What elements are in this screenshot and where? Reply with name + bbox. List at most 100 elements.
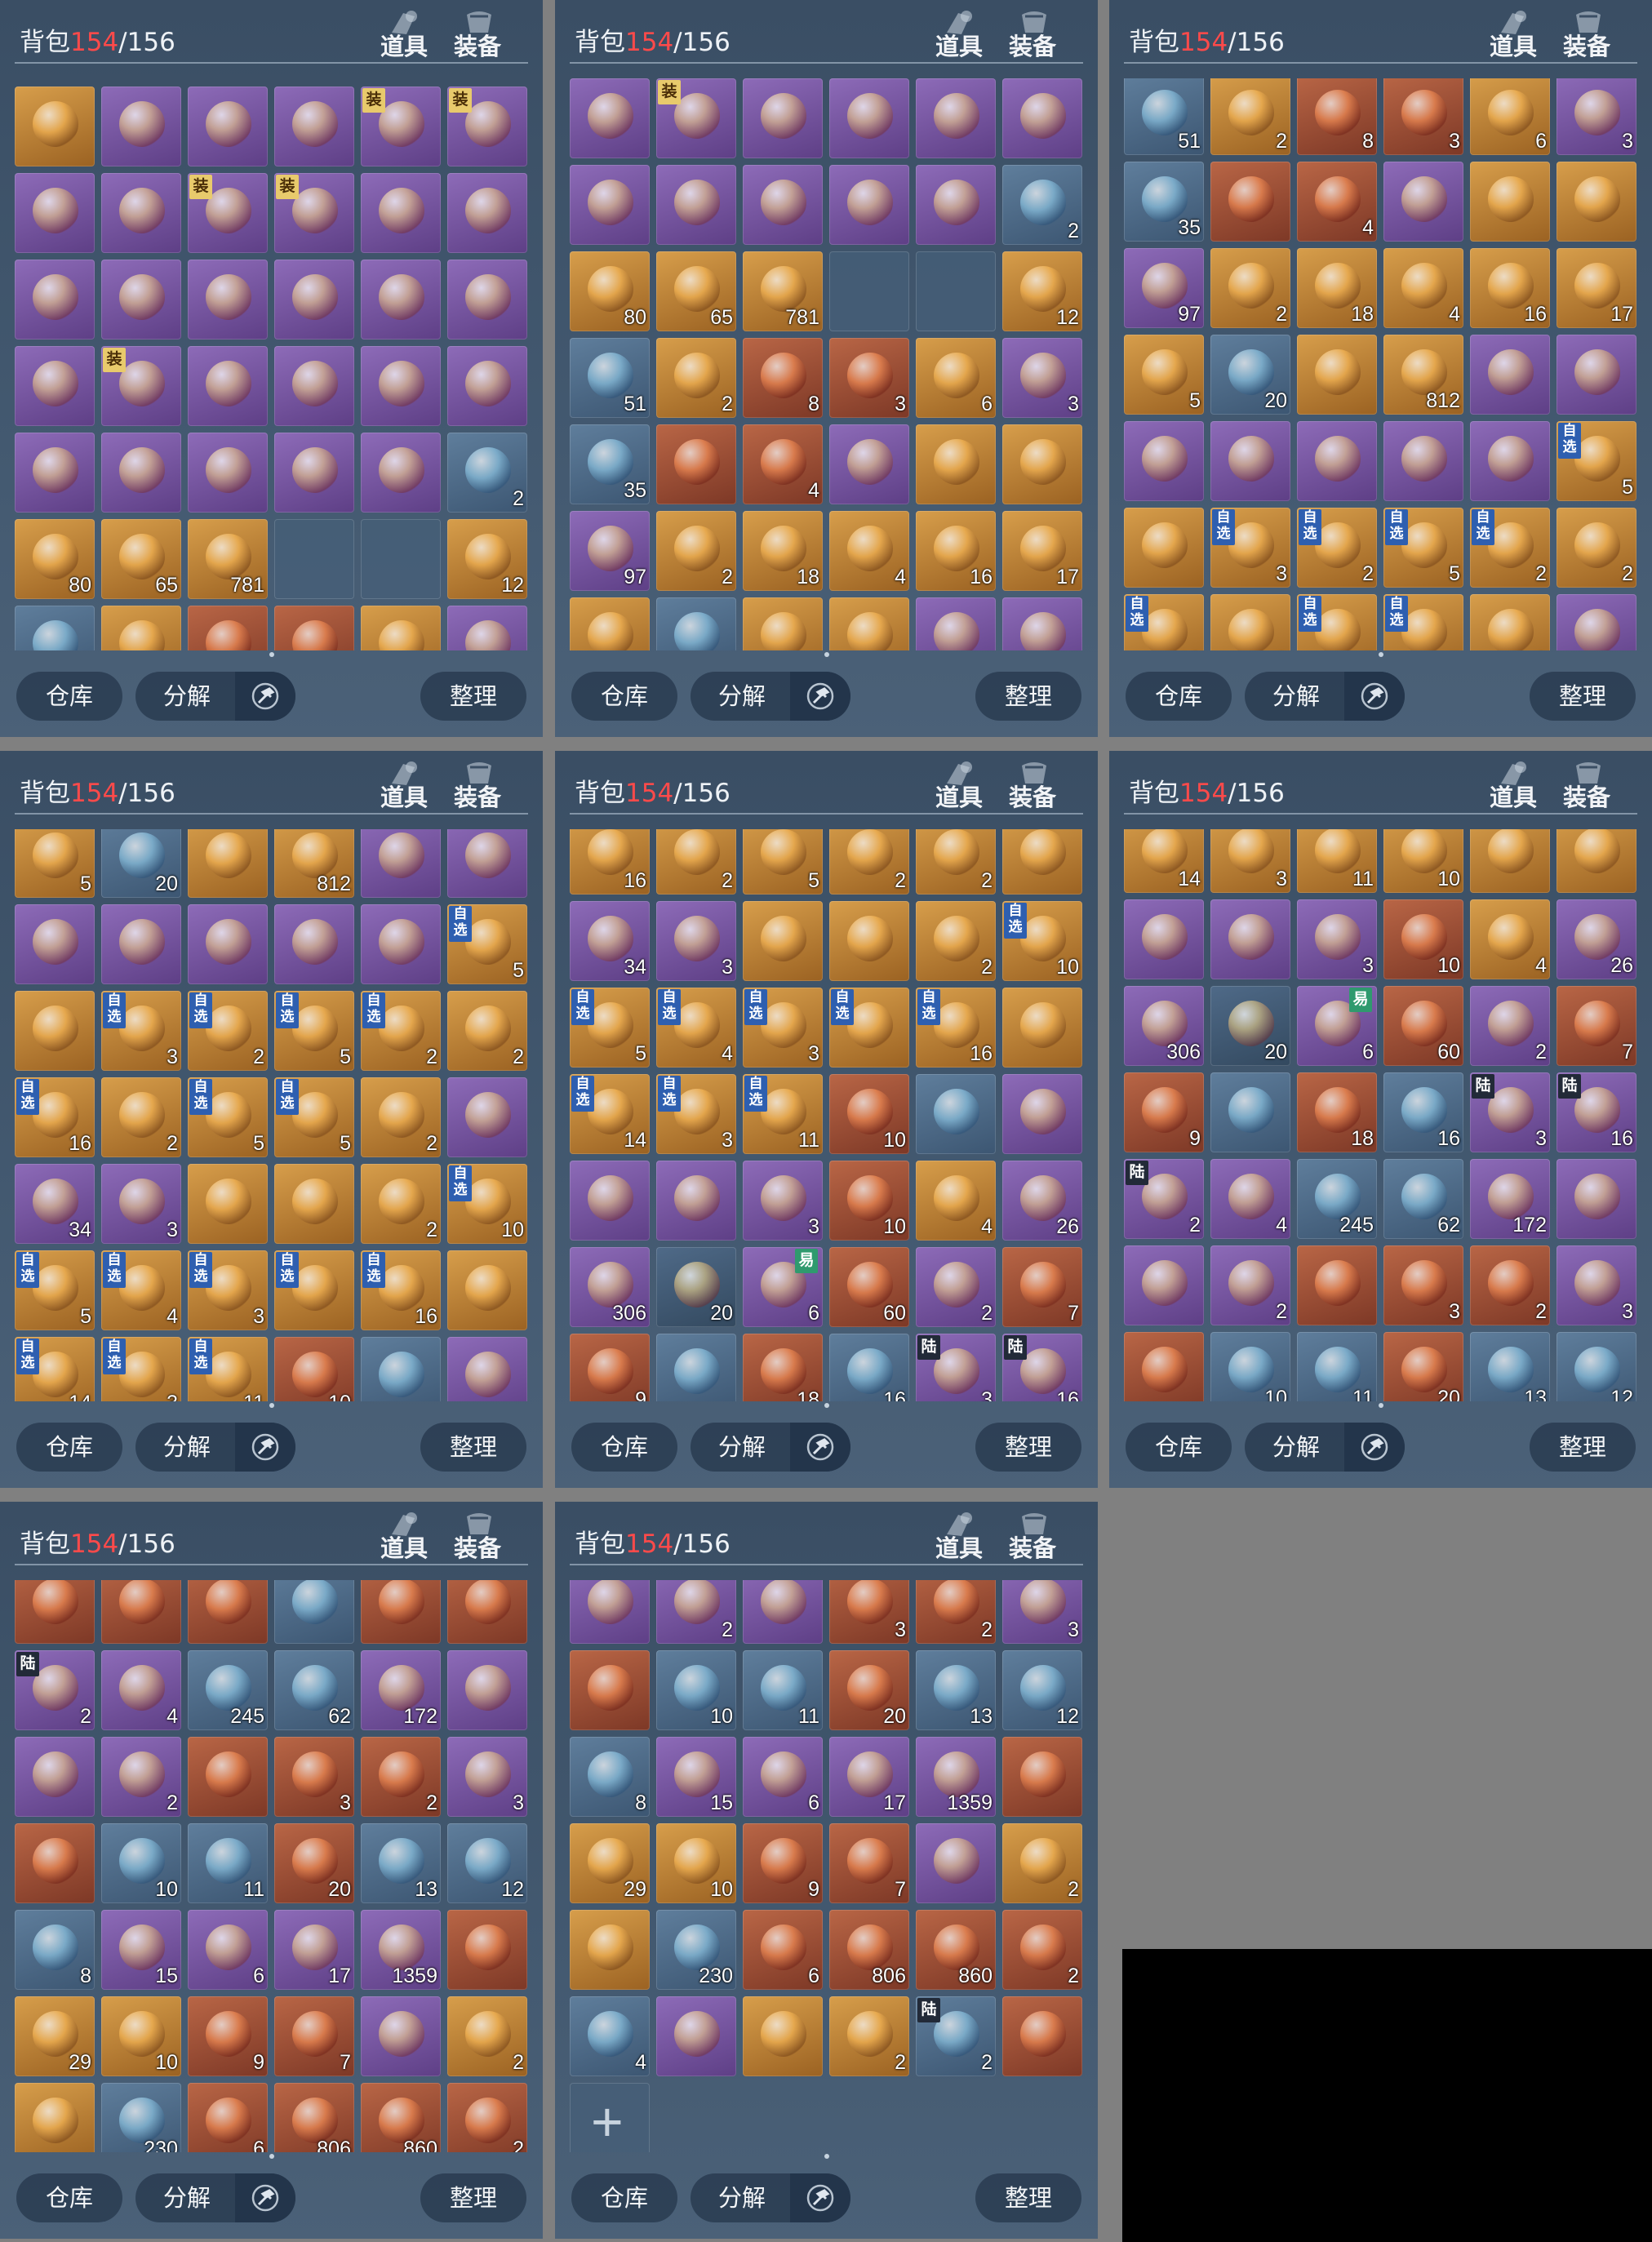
item-slot[interactable]: 15 [101,1910,181,1990]
item-slot[interactable]: 8 [570,1737,650,1817]
item-slot[interactable]: 16 [570,829,650,895]
item-slot[interactable] [15,87,95,166]
warehouse-button[interactable]: 仓库 [1126,672,1232,721]
item-slot[interactable]: 2 [1470,1245,1550,1325]
item-slot[interactable] [361,1996,441,2076]
item-slot[interactable]: 7 [274,1996,354,2076]
item-slot[interactable]: 8 [743,338,823,418]
item-slot[interactable]: 14 [1124,829,1204,893]
item-slot[interactable]: 2 [916,1580,996,1644]
item-slot[interactable] [1002,988,1082,1068]
item-slot[interactable]: 1359 [361,1910,441,1990]
item-slot[interactable]: 2 [1470,594,1550,650]
item-slot[interactable]: 4 [101,1650,181,1730]
item-slot[interactable] [1470,162,1550,242]
item-slot[interactable]: 29 [15,1996,95,2076]
item-slot[interactable]: 10 [1210,1332,1290,1401]
warehouse-button[interactable]: 仓库 [16,2173,122,2222]
hammer-icon[interactable] [790,1423,850,1472]
item-slot[interactable]: 35 [1124,162,1204,242]
item-slot[interactable] [916,1823,996,1903]
item-slot[interactable]: 4 [1297,162,1377,242]
empty-item-slot[interactable] [361,519,441,599]
item-slot[interactable]: 781 [188,519,268,599]
item-slot[interactable] [188,433,268,513]
item-slot[interactable]: 自选 2 [188,991,268,1071]
item-slot[interactable]: 17 [1002,511,1082,591]
item-slot[interactable] [15,260,95,340]
item-slot[interactable] [274,260,354,340]
item-slot[interactable] [361,1337,441,1401]
hammer-icon[interactable] [790,2173,850,2222]
item-slot[interactable] [361,433,441,513]
item-slot[interactable] [656,1996,736,2076]
item-slot[interactable]: 自选5 [1557,421,1636,501]
item-slot[interactable] [1297,335,1377,415]
hammer-icon[interactable] [235,2173,295,2222]
item-slot[interactable]: 2 [361,1077,441,1157]
item-slot[interactable] [1124,421,1204,501]
tab-items[interactable]: 道具 [930,759,988,813]
item-slot[interactable] [188,1580,268,1644]
tab-equip[interactable]: 装备 [1558,8,1615,62]
item-slot[interactable]: 自选 3 [101,1337,181,1401]
warehouse-button[interactable]: 仓库 [571,1423,677,1472]
item-slot[interactable]: 2 [829,1996,909,2076]
item-slot[interactable]: 10 [101,1996,181,2076]
warehouse-button[interactable]: 仓库 [571,2173,677,2222]
item-slot[interactable]: 自选 14 [570,1074,650,1154]
item-slot[interactable]: 3 [829,1580,909,1644]
item-slot[interactable]: 306 [1124,986,1204,1066]
item-slot[interactable] [361,829,441,898]
item-slot[interactable] [447,1580,527,1644]
item-slot[interactable]: 62 [274,1650,354,1730]
item-slot[interactable]: 7 [829,1823,909,1903]
tab-items[interactable]: 道具 [930,1510,988,1564]
item-slot[interactable]: 10 [1383,829,1463,893]
item-slot[interactable] [274,346,354,426]
item-slot[interactable]: 9 [1124,1072,1204,1152]
tab-items[interactable]: 道具 [1485,8,1542,62]
item-slot[interactable] [1002,1996,1082,2076]
tab-equip[interactable]: 装备 [449,8,506,62]
item-slot[interactable]: 20 [656,1247,736,1327]
item-slot[interactable]: 6 [1470,78,1550,155]
item-slot[interactable]: 3 [1002,1580,1082,1644]
item-slot[interactable]: 245 [1297,1159,1377,1239]
item-slot[interactable]: 7 [1557,986,1636,1066]
sort-button[interactable]: 整理 [975,1423,1081,1472]
item-slot[interactable] [447,1337,527,1401]
item-slot[interactable]: 34 [570,901,650,981]
item-slot[interactable]: 35 [570,424,650,504]
item-slot[interactable] [1210,421,1290,501]
item-slot[interactable] [743,78,823,158]
item-slot[interactable]: 5 [743,829,823,895]
item-slot[interactable]: 2 [361,1737,441,1817]
item-slot[interactable]: 11 [1297,829,1377,893]
item-slot[interactable]: 自选5 [447,904,527,984]
item-slot[interactable]: 自选5 [1383,594,1463,650]
item-slot[interactable]: 2 [1002,1823,1082,1903]
item-slot[interactable]: 781 [743,251,823,331]
item-slot[interactable]: 自选16 [1124,594,1204,650]
sort-button[interactable]: 整理 [1530,1423,1636,1472]
tab-items[interactable]: 道具 [375,1510,433,1564]
item-slot[interactable] [188,829,268,898]
item-slot[interactable]: 自选16 [916,988,996,1068]
decompose-button[interactable]: 分解 [135,1423,295,1472]
item-slot[interactable] [15,991,95,1071]
item-slot[interactable] [656,1161,736,1241]
item-slot[interactable]: 装 [361,87,441,166]
item-slot[interactable]: 3 [1297,899,1377,979]
item-slot[interactable]: 2 [656,829,736,895]
item-slot[interactable]: 2 [916,901,996,981]
sort-button[interactable]: 整理 [975,672,1081,721]
item-slot[interactable] [1557,162,1636,242]
item-slot[interactable]: 9 [188,1996,268,2076]
item-slot[interactable] [570,165,650,245]
item-slot[interactable]: 自选5 [1297,594,1377,650]
item-slot[interactable]: 860 [361,2083,441,2152]
item-slot[interactable] [15,606,95,650]
item-slot[interactable]: 自选 2 [1470,508,1550,588]
item-slot[interactable] [743,1996,823,2076]
